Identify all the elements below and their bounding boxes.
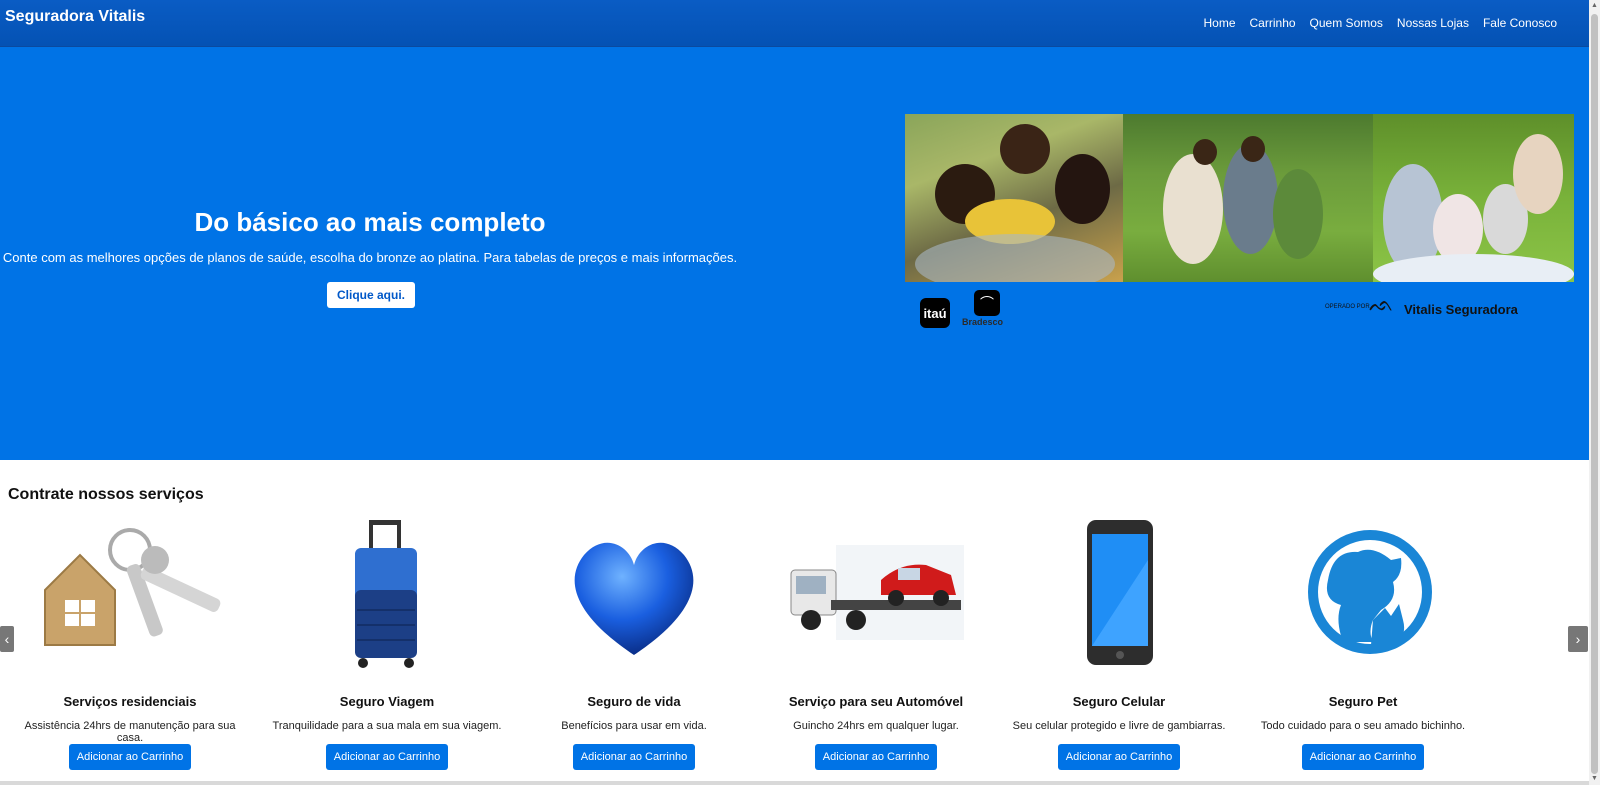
main-nav: Home Carrinho Quem Somos Nossas Lojas Fa… [1190, 16, 1558, 30]
services-carousel: Serviços residenciais Assistência 24hrs … [0, 520, 1589, 770]
service-card-residencial: Serviços residenciais Assistência 24hrs … [10, 520, 250, 770]
pet-icon [1273, 520, 1453, 670]
family-photo-1 [905, 114, 1123, 282]
service-desc: Tranquilidade para a sua mala em sua via… [272, 720, 502, 732]
nav-fale-conosco[interactable]: Fale Conosco [1483, 16, 1557, 30]
service-desc: Assistência 24hrs de manutenção para sua… [24, 720, 236, 744]
service-card-vida: Seguro de vida Benefícios para usar em v… [514, 520, 754, 770]
operado-por-label: OPERADO POR [1325, 304, 1370, 310]
service-title: Seguro Pet [1328, 694, 1398, 709]
add-to-cart-button[interactable]: Adicionar ao Carrinho [815, 744, 937, 770]
add-to-cart-button[interactable]: Adicionar ao Carrinho [573, 744, 695, 770]
top-navbar: Seguradora Vitalis Home Carrinho Quem So… [0, 0, 1589, 47]
nav-nossas-lojas[interactable]: Nossas Lojas [1397, 16, 1469, 30]
tow-truck-icon [786, 520, 966, 670]
family-photo-2 [1123, 114, 1373, 282]
smartphone-icon [1029, 520, 1209, 670]
family-photo-3 [1373, 114, 1574, 282]
page-bottom-edge [0, 781, 1589, 785]
scroll-thumb[interactable] [1591, 14, 1598, 774]
nav-quem-somos[interactable]: Quem Somos [1310, 16, 1383, 30]
add-to-cart-button[interactable]: Adicionar ao Carrinho [326, 744, 448, 770]
service-desc: Benefícios para usar em vida. [561, 720, 707, 732]
service-desc: Seu celular protegido e livre de gambiar… [1012, 720, 1226, 732]
bradesco-logo-icon: ⌒ [974, 290, 1000, 316]
vitalis-wing-icon: ᨒ [1369, 294, 1394, 316]
suitcase-icon [297, 520, 477, 670]
vitalis-seguradora-logo: Vitalis Seguradora [1404, 302, 1518, 317]
service-title: Seguro de vida [587, 694, 681, 709]
scroll-up-arrow-icon[interactable]: ▲ [1589, 0, 1600, 12]
vertical-scrollbar[interactable]: ▲ ▼ [1589, 0, 1600, 785]
family-photo-collage [905, 114, 1574, 282]
house-keys-icon [40, 520, 221, 670]
service-desc: Todo cuidado para o seu amado bichinho. [1260, 720, 1466, 732]
nav-home[interactable]: Home [1204, 16, 1236, 30]
hero-text-block: Do básico ao mais completo Conte com as … [0, 47, 740, 460]
service-card-celular: Seguro Celular Seu celular protegido e l… [999, 520, 1239, 770]
services-section-title: Contrate nossos serviços [8, 486, 204, 503]
add-to-cart-button[interactable]: Adicionar ao Carrinho [69, 744, 191, 770]
hero-cta-button[interactable]: Clique aqui. [327, 282, 415, 308]
service-title: Seguro Celular [1072, 694, 1166, 709]
partner-logos: itaú ⌒ Bradesco OPERADO POR ᨒ Vitalis Se… [920, 290, 1560, 330]
service-title: Serviços residenciais [63, 694, 197, 709]
hero-title: Do básico ao mais completo [194, 207, 546, 237]
service-card-automovel: Serviço para seu Automóvel Guincho 24hrs… [756, 520, 996, 770]
brand-logo[interactable]: Seguradora Vitalis [5, 8, 145, 26]
itau-logo: itaú [920, 298, 950, 328]
hero-subtitle: Conte com as melhores opções de planos d… [2, 250, 738, 265]
nav-carrinho[interactable]: Carrinho [1250, 16, 1296, 30]
service-card-pet: Seguro Pet Todo cuidado para o seu amado… [1243, 520, 1483, 770]
add-to-cart-button[interactable]: Adicionar ao Carrinho [1058, 744, 1180, 770]
service-title: Serviço para seu Automóvel [788, 694, 964, 709]
add-to-cart-button[interactable]: Adicionar ao Carrinho [1302, 744, 1424, 770]
service-desc: Guincho 24hrs em qualquer lugar. [793, 720, 959, 732]
service-card-viagem: Seguro Viagem Tranquilidade para a sua m… [267, 520, 507, 770]
scroll-down-arrow-icon[interactable]: ▼ [1589, 773, 1600, 785]
heart-icon [544, 520, 724, 670]
bradesco-logo-label: Bradesco [962, 317, 1004, 327]
service-title: Seguro Viagem [339, 694, 435, 709]
